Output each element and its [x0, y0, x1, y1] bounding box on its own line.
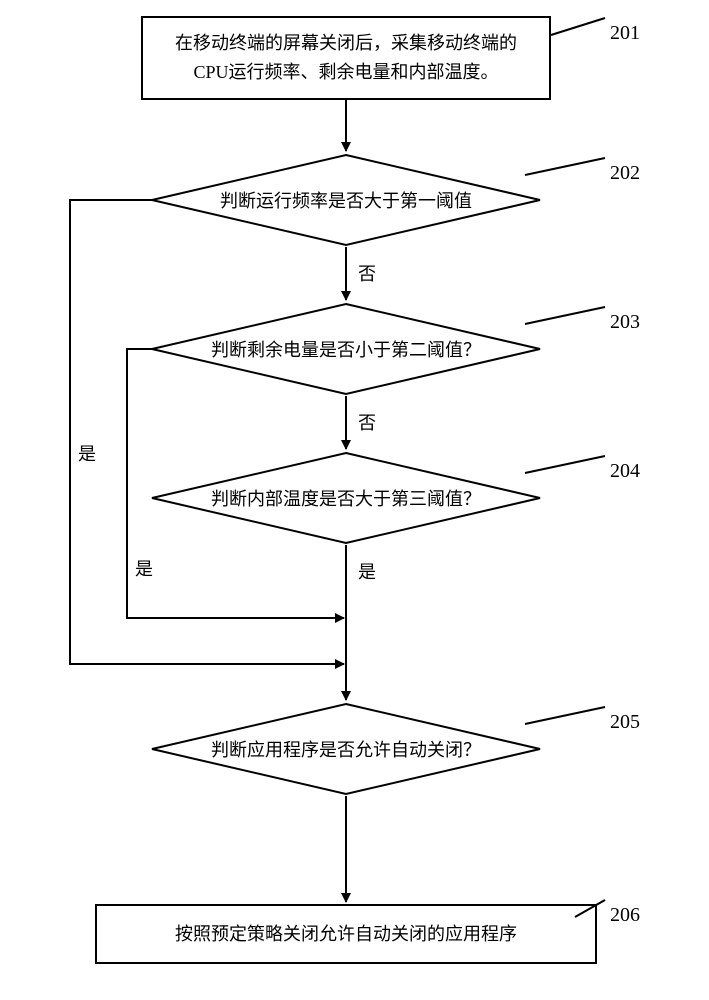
ref-202: 202 — [610, 162, 640, 185]
ref-206: 206 — [610, 904, 640, 927]
edge-yes-203: 是 — [135, 555, 153, 581]
edge-no-202: 否 — [358, 260, 376, 286]
edge-yes-204: 是 — [358, 558, 376, 584]
edge-no-203: 否 — [358, 409, 376, 435]
decision-205-text: 判断应用程序是否允许自动关闭？ — [211, 736, 481, 762]
process-206-text: 按照预定策略关闭允许自动关闭的应用程序 — [175, 920, 517, 949]
decision-205: 判断应用程序是否允许自动关闭？ — [150, 702, 542, 796]
process-201: 在移动终端的屏幕关闭后，采集移动终端的CPU运行频率、剩余电量和内部温度。 — [141, 16, 551, 100]
decision-202: 判断运行频率是否大于第一阈值 — [150, 153, 542, 247]
flowchart-canvas: 在移动终端的屏幕关闭后，采集移动终端的CPU运行频率、剩余电量和内部温度。 20… — [0, 0, 709, 1000]
ref-203: 203 — [610, 311, 640, 334]
decision-204: 判断内部温度是否大于第三阈值？ — [150, 451, 542, 545]
ref-205: 205 — [610, 711, 640, 734]
process-206: 按照预定策略关闭允许自动关闭的应用程序 — [95, 904, 597, 964]
decision-204-text: 判断内部温度是否大于第三阈值？ — [211, 485, 481, 511]
ref-204: 204 — [610, 460, 640, 483]
decision-203-text: 判断剩余电量是否小于第二阈值？ — [211, 336, 481, 362]
decision-202-text: 判断运行频率是否大于第一阈值 — [220, 187, 472, 213]
ref-201: 201 — [610, 22, 640, 45]
edge-yes-202: 是 — [78, 440, 96, 466]
process-201-text: 在移动终端的屏幕关闭后，采集移动终端的CPU运行频率、剩余电量和内部温度。 — [159, 29, 533, 87]
decision-203: 判断剩余电量是否小于第二阈值？ — [150, 302, 542, 396]
